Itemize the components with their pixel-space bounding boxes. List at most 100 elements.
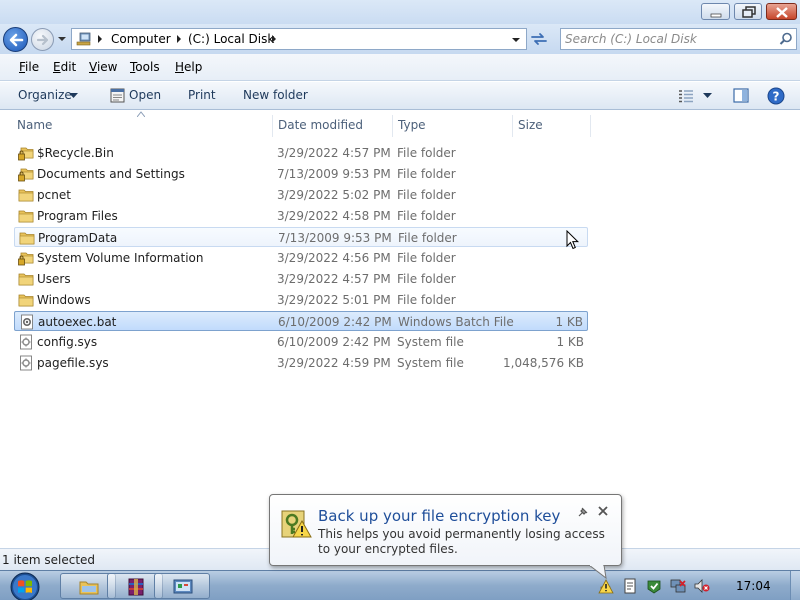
breadcrumb-computer[interactable]: Computer xyxy=(111,32,171,46)
title-bar xyxy=(0,0,800,24)
file-row[interactable]: $Recycle.Bin 3/29/2022 4:57 PM File folder xyxy=(14,143,588,163)
file-row[interactable]: Users 3/29/2022 4:57 PM File folder xyxy=(14,269,588,289)
menu-help[interactable]: Help xyxy=(175,60,202,74)
address-bar[interactable]: Computer (C:) Local Disk xyxy=(71,28,527,50)
organize-chevron-down-icon[interactable] xyxy=(69,93,78,99)
balloon-tail xyxy=(588,565,607,579)
minimize-button[interactable] xyxy=(701,3,730,20)
file-row[interactable]: Program Files 3/29/2022 4:58 PM File folde… xyxy=(14,206,588,226)
search-icon[interactable] xyxy=(779,32,793,46)
close-icon[interactable] xyxy=(597,505,609,517)
file-list: $Recycle.Bin 3/29/2022 4:57 PM File folder… xyxy=(0,143,800,548)
forward-button[interactable] xyxy=(31,28,54,51)
print-button[interactable]: Print xyxy=(188,88,216,102)
maximize-button[interactable] xyxy=(734,3,762,20)
system-file-icon xyxy=(18,334,34,350)
notes-icon[interactable] xyxy=(622,578,638,594)
menu-file[interactable]: File xyxy=(19,60,39,74)
menu-view[interactable]: View xyxy=(89,60,117,74)
file-type: File folder xyxy=(397,167,456,181)
navigation-bar: Computer (C:) Local Disk xyxy=(0,24,800,54)
taskbar: 17:04 xyxy=(0,570,800,600)
file-date-modified: 7/13/2009 9:53 PM xyxy=(277,167,391,181)
computer-icon xyxy=(76,32,91,46)
network-icon[interactable] xyxy=(670,578,686,594)
arrow-left-icon xyxy=(9,33,24,47)
file-name: config.sys xyxy=(37,335,98,349)
file-row[interactable]: pcnet 3/29/2022 5:02 PM File folder xyxy=(14,185,588,205)
folder-icon xyxy=(18,271,34,287)
taskbar-clock[interactable]: 17:04 xyxy=(736,579,771,593)
file-date-modified: 7/13/2009 9:53 PM xyxy=(278,231,392,245)
file-row[interactable]: Windows 3/29/2022 5:01 PM File folder xyxy=(14,290,588,310)
taskbar-control-panel-button[interactable] xyxy=(154,573,210,599)
minimize-icon xyxy=(710,13,722,18)
file-row[interactable]: Documents and Settings 7/13/2009 9:53 PM F… xyxy=(14,164,588,184)
file-row[interactable]: pagefile.sys 3/29/2022 4:59 PM System file… xyxy=(14,353,588,373)
search-box[interactable] xyxy=(560,28,797,50)
folder-icon xyxy=(18,187,34,203)
column-size-header[interactable]: Size xyxy=(518,118,543,132)
open-button[interactable]: Open xyxy=(129,88,161,102)
encryption-warning-icon[interactable] xyxy=(598,578,614,594)
column-divider[interactable] xyxy=(590,115,591,137)
recent-pages-chevron-icon[interactable] xyxy=(57,34,67,44)
notification-balloon[interactable]: Back up your file encryption key This he… xyxy=(269,494,622,566)
close-button[interactable] xyxy=(766,3,797,20)
file-type: File folder xyxy=(397,293,456,307)
file-type: File folder xyxy=(397,188,456,202)
winrar-icon xyxy=(128,578,144,596)
address-history-chevron-icon[interactable] xyxy=(511,36,521,44)
volume-muted-icon[interactable] xyxy=(694,578,710,594)
column-divider[interactable] xyxy=(512,115,513,137)
file-row[interactable]: System Volume Information 3/29/2022 4:56 … xyxy=(14,248,588,268)
file-type: File folder xyxy=(397,272,456,286)
menu-tools[interactable]: Tools xyxy=(130,60,160,74)
file-name: autoexec.bat xyxy=(38,315,117,329)
breadcrumb-separator-icon[interactable] xyxy=(97,35,103,43)
new-folder-button[interactable]: New folder xyxy=(243,88,308,102)
file-name: pagefile.sys xyxy=(37,356,109,370)
show-desktop-button[interactable] xyxy=(790,571,800,600)
file-size: 1,048,576 KB xyxy=(503,356,584,370)
file-name: ProgramData xyxy=(38,231,118,245)
sort-ascending-icon xyxy=(137,111,145,117)
file-size: 1 KB xyxy=(555,315,583,329)
folder-icon xyxy=(19,230,35,246)
pin-icon[interactable] xyxy=(577,506,589,518)
locked-folder-icon xyxy=(18,145,34,161)
notification-title: Back up your file encryption key xyxy=(318,507,561,525)
file-name: System Volume Information xyxy=(37,251,204,265)
preview-pane-icon[interactable] xyxy=(733,88,749,103)
file-row[interactable]: ProgramData 7/13/2009 9:53 PM File folder xyxy=(14,227,588,247)
column-name-header[interactable]: Name xyxy=(17,118,52,132)
breadcrumb-local-disk[interactable]: (C:) Local Disk xyxy=(188,32,274,46)
breadcrumb-separator-icon[interactable] xyxy=(271,35,277,43)
breadcrumb-separator-icon[interactable] xyxy=(176,35,182,43)
organize-button[interactable]: Organize xyxy=(18,88,72,102)
status-text: 1 item selected xyxy=(2,553,96,567)
file-type: File folder xyxy=(397,146,456,160)
encryption-key-warning-icon xyxy=(281,510,312,538)
back-button[interactable] xyxy=(3,27,28,52)
column-divider[interactable] xyxy=(272,115,273,137)
file-row[interactable]: config.sys 6/10/2009 2:42 PM System file 1 … xyxy=(14,332,588,352)
menu-edit[interactable]: Edit xyxy=(53,60,76,74)
file-date-modified: 3/29/2022 5:02 PM xyxy=(277,188,391,202)
help-icon[interactable]: ? xyxy=(767,87,785,105)
views-chevron-down-icon[interactable] xyxy=(703,93,712,99)
open-icon[interactable] xyxy=(110,88,125,103)
action-center-icon[interactable] xyxy=(646,578,662,594)
file-date-modified: 6/10/2009 2:42 PM xyxy=(277,335,391,349)
locked-folder-icon xyxy=(18,166,34,182)
column-divider[interactable] xyxy=(392,115,393,137)
column-type-header[interactable]: Type xyxy=(398,118,426,132)
file-name: pcnet xyxy=(37,188,71,202)
file-row[interactable]: autoexec.bat 6/10/2009 2:42 PM Windows Bat… xyxy=(14,311,588,331)
views-icon[interactable] xyxy=(678,89,694,103)
file-type: System file xyxy=(397,356,464,370)
start-button[interactable] xyxy=(6,572,44,600)
refresh-icon[interactable] xyxy=(528,29,550,49)
column-date-header[interactable]: Date modified xyxy=(278,118,363,132)
search-input[interactable] xyxy=(565,31,770,47)
